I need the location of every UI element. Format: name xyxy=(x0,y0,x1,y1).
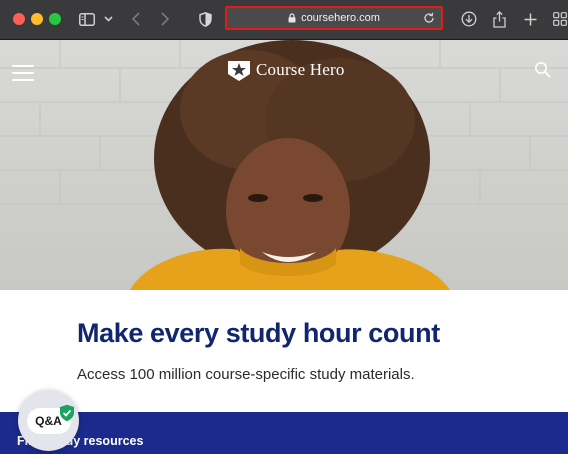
search-icon[interactable] xyxy=(534,61,552,79)
sidebar-icon[interactable] xyxy=(79,9,95,29)
download-icon[interactable] xyxy=(461,9,477,29)
shield-check-icon xyxy=(60,404,74,422)
menu-icon[interactable] xyxy=(12,65,34,81)
reload-icon[interactable] xyxy=(423,12,435,24)
browser-toolbar: coursehero.com xyxy=(0,0,568,40)
lock-icon xyxy=(288,13,296,23)
minimize-window-button[interactable] xyxy=(31,13,43,25)
tab-overview-icon[interactable] xyxy=(553,9,567,29)
page-subheadline: Access 100 million course-specific study… xyxy=(77,366,415,383)
brand-logo[interactable]: Course Hero xyxy=(227,57,345,83)
back-icon[interactable] xyxy=(132,9,140,29)
close-window-button[interactable] xyxy=(13,13,25,25)
page-headline: Make every study hour count xyxy=(77,318,440,348)
zoom-window-button[interactable] xyxy=(49,13,61,25)
hero-section: Course Hero xyxy=(0,40,568,290)
star-badge-icon xyxy=(228,61,250,81)
address-bar[interactable]: coursehero.com xyxy=(225,6,443,30)
shield-icon[interactable] xyxy=(199,9,212,29)
brand-name: Course Hero xyxy=(256,60,345,79)
find-resources-banner[interactable]: Find study resources xyxy=(0,412,568,454)
new-tab-icon[interactable] xyxy=(524,9,537,29)
chevron-down-icon[interactable] xyxy=(104,9,113,29)
share-icon[interactable] xyxy=(493,9,506,29)
forward-icon[interactable] xyxy=(161,9,169,29)
url-text: coursehero.com xyxy=(301,12,380,24)
